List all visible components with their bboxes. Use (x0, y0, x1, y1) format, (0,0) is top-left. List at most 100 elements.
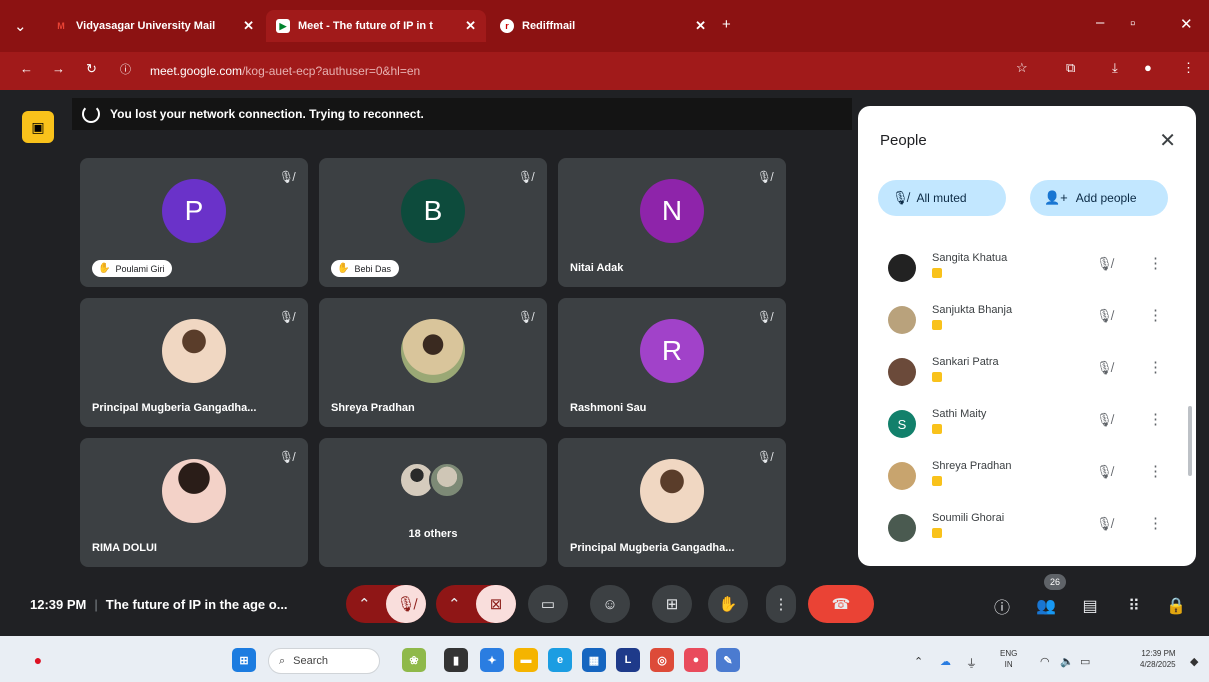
more-options-icon[interactable]: ⋮ (1148, 462, 1163, 480)
emoji-icon: ☺ (602, 595, 618, 613)
windows-start-icon[interactable]: ⊞ (232, 648, 256, 672)
present-button[interactable]: ⊞ (652, 585, 692, 623)
close-icon[interactable]: ✕ (1159, 128, 1176, 153)
muted-mic-icon: 🎙︎̸ (396, 596, 416, 613)
url-field[interactable]: meet.google.com/kog-auet-ecp?authuser=0&… (150, 60, 1050, 82)
system-clock[interactable]: 12:39 PM 4/28/2025 (1140, 648, 1176, 670)
extensions-icon[interactable]: ⧉ (1066, 60, 1075, 76)
copilot-icon[interactable]: ✦ (480, 648, 504, 672)
forward-icon[interactable]: → (52, 61, 65, 76)
tab-vidyasagar-mail[interactable]: M Vidyasagar University Mail ✕ (44, 10, 264, 42)
participant-tile[interactable]: 🎙︎̸ B ✋ Bebi Das (319, 158, 547, 287)
meeting-info: 12:39 PM | The future of IP in the age o..… (30, 597, 288, 612)
browser-menu-icon[interactable]: ⋮ (1182, 60, 1195, 76)
camera-off-badge-icon[interactable]: ▣ (22, 111, 54, 143)
info-icon: ⓘ (993, 600, 1010, 617)
participant-tile[interactable]: 🎙︎̸ Principal Mugberia Gangadha... (558, 438, 786, 567)
close-tab-icon[interactable]: ✕ (243, 18, 254, 34)
muted-mic-icon[interactable]: 🎙︎̸ (1096, 412, 1113, 428)
participant-tile[interactable]: 🎙︎̸ Principal Mugberia Gangadha... (80, 298, 308, 427)
participant-tile[interactable]: 🎙︎̸ Shreya Pradhan (319, 298, 547, 427)
avatar: P (162, 178, 226, 243)
tab-rediffmail[interactable]: r Rediffmail ✕ (490, 10, 716, 42)
captions-button[interactable]: ▭ (528, 585, 568, 623)
people-list-item[interactable]: Soumili Ghorai 🎙︎̸ ⋮ (858, 500, 1196, 552)
lens-app-icon[interactable]: L (616, 648, 640, 672)
more-options-icon[interactable]: ⋮ (1148, 410, 1163, 428)
activities-button[interactable]: ⠿ (1116, 588, 1152, 624)
language-indicator[interactable]: ENG IN (1000, 648, 1017, 670)
muted-mic-icon[interactable]: 🎙︎̸ (1096, 256, 1113, 272)
maximize-icon[interactable]: ▫ (1130, 15, 1135, 32)
tab-search-icon[interactable]: ⌄ (14, 17, 27, 35)
people-list-item[interactable]: S Sathi Maity 🎙︎̸ ⋮ (858, 396, 1196, 448)
close-tab-icon[interactable]: ✕ (695, 18, 706, 34)
leave-call-button[interactable]: ☎ (808, 585, 874, 623)
meeting-details-button[interactable]: ⓘ (984, 588, 1020, 624)
muted-mic-icon[interactable]: 🎙︎̸ (1096, 464, 1113, 480)
muted-mic-icon: 🎙︎̸ (517, 310, 533, 324)
bookmark-star-icon[interactable]: ☆ (1016, 60, 1028, 76)
chevron-up-icon[interactable]: ⌃ (448, 595, 461, 613)
chrome-icon[interactable]: ◎ (650, 648, 674, 672)
chevron-up-icon[interactable]: ⌃ (358, 595, 371, 613)
profile-avatar-icon[interactable]: ● (1144, 60, 1152, 75)
add-people-button[interactable]: 👤+ Add people (1030, 180, 1168, 216)
people-list-item[interactable]: Sangita Khatua 🎙︎̸ ⋮ (858, 240, 1196, 292)
more-options-icon[interactable]: ⋮ (1148, 358, 1163, 376)
tab-meet[interactable]: ▶ Meet - The future of IP in t ✕ (266, 10, 486, 42)
muted-mic-icon[interactable]: 🎙︎̸ (1096, 516, 1113, 532)
participant-tile[interactable]: 🎙︎̸ RIMA DOLUI (80, 438, 308, 567)
reactions-button[interactable]: ☺ (590, 585, 630, 623)
app-icon[interactable]: ● (684, 648, 708, 672)
more-options-button[interactable]: ⋮ (766, 585, 796, 623)
camera-toggle-button[interactable]: ⊠ (476, 585, 516, 623)
more-options-icon[interactable]: ⋮ (1148, 514, 1163, 532)
muted-mic-icon: 🎙︎̸ (756, 450, 772, 464)
file-explorer-icon[interactable]: ▬ (514, 648, 538, 672)
scrollbar[interactable] (1188, 406, 1192, 476)
people-list-item[interactable]: Sankari Patra 🎙︎̸ ⋮ (858, 344, 1196, 396)
more-options-icon[interactable]: ⋮ (1148, 254, 1163, 272)
notes-app-icon[interactable]: ✎ (716, 648, 740, 672)
close-window-icon[interactable]: ✕ (1180, 15, 1193, 33)
raise-hand-button[interactable]: ✋ (708, 585, 748, 623)
more-options-icon[interactable]: ⋮ (1148, 306, 1163, 324)
muted-mic-icon[interactable]: 🎙︎̸ (1096, 360, 1113, 376)
people-button[interactable]: 👥 (1028, 588, 1064, 624)
notifications-icon[interactable]: ◆ (1190, 655, 1198, 668)
widgets-icon[interactable]: ❀ (402, 648, 426, 672)
store-icon[interactable]: ▦ (582, 648, 606, 672)
back-icon[interactable]: ← (20, 61, 33, 76)
host-controls-button[interactable]: 🔒 (1158, 588, 1194, 624)
participant-tile[interactable]: 🎙︎̸ R Rashmoni Sau (558, 298, 786, 427)
minimize-icon[interactable]: – (1096, 14, 1104, 31)
people-list-item[interactable]: Sanjukta Bhanja 🎙︎̸ ⋮ (858, 292, 1196, 344)
battery-icon[interactable]: ▭ (1080, 655, 1090, 668)
tab-label: Rediffmail (522, 20, 576, 32)
volume-icon[interactable]: 🔈 (1060, 655, 1074, 668)
wifi-icon[interactable]: ◠ (1040, 655, 1050, 668)
people-list-item[interactable]: Shreya Pradhan 🎙︎̸ ⋮ (858, 448, 1196, 500)
mic-toggle-button[interactable]: 🎙︎̸ (386, 585, 426, 623)
muted-mic-icon[interactable]: 🎙︎̸ (1096, 308, 1113, 324)
all-muted-button[interactable]: 🎙︎̸ All muted (878, 180, 1006, 216)
new-tab-button[interactable]: + (722, 16, 731, 33)
apps-grid-icon: ⠿ (1128, 598, 1140, 615)
taskbar-search-input[interactable]: ⌕ Search (268, 648, 380, 674)
participant-tile[interactable]: 🎙︎̸ N Nitai Adak (558, 158, 786, 287)
edge-icon[interactable]: e (548, 648, 572, 672)
task-view-icon[interactable]: ▮ (444, 648, 468, 672)
button-label: Add people (1075, 191, 1137, 205)
participant-tile[interactable]: 🎙︎̸ P ✋ Poulami Giri (80, 158, 308, 287)
site-info-icon[interactable]: ⓘ (120, 61, 131, 77)
reload-icon[interactable]: ↻ (86, 61, 97, 77)
show-hidden-icons-icon[interactable]: ⌃ (914, 655, 923, 668)
participant-tile-others[interactable]: 18 others (319, 438, 547, 567)
usb-icon[interactable]: ⏚ (966, 655, 977, 671)
download-icon[interactable]: ⤓ (1112, 60, 1118, 76)
weather-alert-icon[interactable]: ● (26, 648, 50, 672)
close-tab-icon[interactable]: ✕ (465, 18, 476, 34)
chat-button[interactable]: ▤ (1072, 588, 1108, 624)
onedrive-icon[interactable]: ☁ (940, 655, 951, 668)
